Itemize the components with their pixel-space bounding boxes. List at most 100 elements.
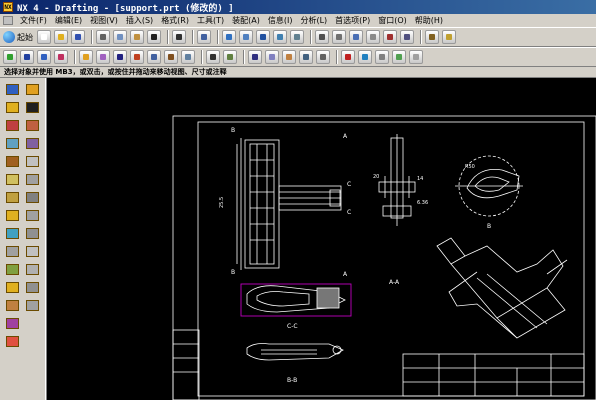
sheet-icon[interactable] — [4, 280, 20, 294]
copy-view-icon[interactable] — [4, 226, 20, 240]
centerline-icon[interactable] — [206, 50, 220, 64]
table-note-icon[interactable] — [442, 30, 456, 44]
border-icon[interactable] — [4, 262, 20, 276]
text-annotation-icon[interactable] — [4, 82, 20, 96]
edit-annotation-icon[interactable] — [341, 50, 355, 64]
arc-icon[interactable] — [24, 208, 40, 222]
menu-insert[interactable]: 插入(S) — [122, 15, 157, 26]
menu-view[interactable]: 视图(V) — [86, 15, 122, 26]
menu-window[interactable]: 窗口(O) — [374, 15, 411, 26]
ordinate-dimension-icon[interactable] — [181, 50, 195, 64]
label-icon[interactable] — [4, 118, 20, 132]
surface-finish-icon[interactable] — [265, 50, 279, 64]
break-view-icon[interactable] — [366, 30, 380, 44]
gdt-icon[interactable] — [248, 50, 262, 64]
zoom-icon[interactable] — [239, 30, 253, 44]
menu-format[interactable]: 格式(R) — [157, 15, 193, 26]
drawing-sheet-icon[interactable] — [256, 30, 270, 44]
crosshatch-icon[interactable] — [316, 50, 330, 64]
menu-preferences[interactable]: 首选项(P) — [331, 15, 374, 26]
view-caption-b: B — [487, 223, 491, 230]
symmetric-line-icon[interactable] — [24, 190, 40, 204]
section-view-icon[interactable] — [315, 30, 329, 44]
projection-icon[interactable] — [24, 136, 40, 150]
toolbar-separator — [420, 30, 422, 44]
section-icon[interactable] — [4, 154, 20, 168]
check-icon[interactable] — [3, 50, 17, 64]
toolbar-separator — [192, 30, 194, 44]
menu-assembly[interactable]: 装配(A) — [228, 15, 264, 26]
select-icon[interactable] — [197, 30, 211, 44]
fillet-icon[interactable] — [24, 262, 40, 276]
weld-symbol-icon[interactable] — [282, 50, 296, 64]
bolt-circle-icon[interactable] — [24, 280, 40, 294]
template-icon[interactable] — [4, 298, 20, 312]
menu-information[interactable]: 信息(I) — [264, 15, 297, 26]
radius-dimension-icon[interactable] — [147, 50, 161, 64]
annotation-icon[interactable] — [79, 50, 93, 64]
circle-icon[interactable] — [24, 244, 40, 258]
drawing-canvas[interactable]: A A C C B B A-A B C-C B-B R50 20 14 6.36… — [47, 78, 596, 400]
start-button[interactable]: 起始 — [3, 31, 33, 43]
break-icon[interactable] — [4, 172, 20, 186]
detail-view-icon[interactable] — [332, 30, 346, 44]
angular-dimension-icon[interactable] — [130, 50, 144, 64]
dimension-icon[interactable] — [113, 50, 127, 64]
delete-icon[interactable] — [147, 30, 161, 44]
symbol-icon[interactable] — [96, 50, 110, 64]
paste-icon[interactable] — [130, 30, 144, 44]
fit-icon[interactable] — [222, 30, 236, 44]
menu-analysis[interactable]: 分析(L) — [296, 15, 331, 26]
chamfer-dimension-icon[interactable] — [164, 50, 178, 64]
center-mark-icon[interactable] — [24, 154, 40, 168]
print-icon[interactable] — [4, 334, 20, 348]
copy-icon[interactable] — [113, 30, 127, 44]
font-icon[interactable] — [24, 100, 40, 114]
angle-icon[interactable] — [24, 226, 40, 240]
start-globe-icon — [3, 31, 15, 43]
open-icon[interactable] — [54, 30, 68, 44]
menu-edit[interactable]: 编辑(E) — [51, 15, 86, 26]
drafting-toolbar — [0, 47, 596, 67]
menu-tools[interactable]: 工具(T) — [193, 15, 228, 26]
menu-help[interactable]: 帮助(H) — [411, 15, 447, 26]
grid-icon[interactable] — [4, 244, 20, 258]
window-title: NX 4 - Drafting - [support.prt (修改的) ] — [17, 3, 234, 14]
axis-icon[interactable] — [24, 172, 40, 186]
system-menu-icon[interactable] — [3, 16, 13, 25]
view-style-icon[interactable] — [383, 30, 397, 44]
table-icon[interactable] — [425, 30, 439, 44]
menu-file[interactable]: 文件(F) — [16, 15, 51, 26]
utility-symbol-icon[interactable] — [223, 50, 237, 64]
display-icon[interactable] — [54, 50, 68, 64]
more-tools-icon[interactable] — [409, 50, 423, 64]
view-orient-icon[interactable] — [290, 30, 304, 44]
update-view-icon[interactable] — [400, 30, 414, 44]
isometric-view — [436, 237, 568, 339]
new-icon[interactable] — [37, 30, 51, 44]
view-icon[interactable] — [4, 136, 20, 150]
id-symbol-icon[interactable] — [299, 50, 313, 64]
move-view-icon[interactable] — [4, 208, 20, 222]
cut-icon[interactable] — [96, 30, 110, 44]
cross-icon[interactable] — [24, 298, 40, 312]
title-bar[interactable]: NX NX 4 - Drafting - [support.prt (修改的) … — [0, 0, 596, 14]
export-icon[interactable] — [4, 316, 20, 330]
layer-icon[interactable] — [37, 50, 51, 64]
text-tool-icon[interactable] — [392, 50, 406, 64]
edit-style-icon[interactable] — [358, 50, 372, 64]
align-icon[interactable] — [4, 190, 20, 204]
undo-icon[interactable] — [172, 30, 186, 44]
leader-icon[interactable] — [24, 118, 40, 132]
note-icon[interactable] — [4, 100, 20, 114]
projected-view-icon[interactable] — [349, 30, 363, 44]
drafting-tools-palette — [0, 78, 44, 400]
point-icon[interactable] — [20, 50, 34, 64]
status-prompt-bar: 选择对象并使用 MB3，或双击，或按住并拖动来移动视图、尺寸或注释 — [0, 67, 596, 78]
origin-tool-icon[interactable] — [375, 50, 389, 64]
view-caption-c-c: C-C — [287, 323, 298, 330]
pan-icon[interactable] — [273, 30, 287, 44]
standard-toolbar: 起始 — [0, 27, 596, 47]
base-view-icon[interactable] — [24, 82, 40, 96]
save-icon[interactable] — [71, 30, 85, 44]
